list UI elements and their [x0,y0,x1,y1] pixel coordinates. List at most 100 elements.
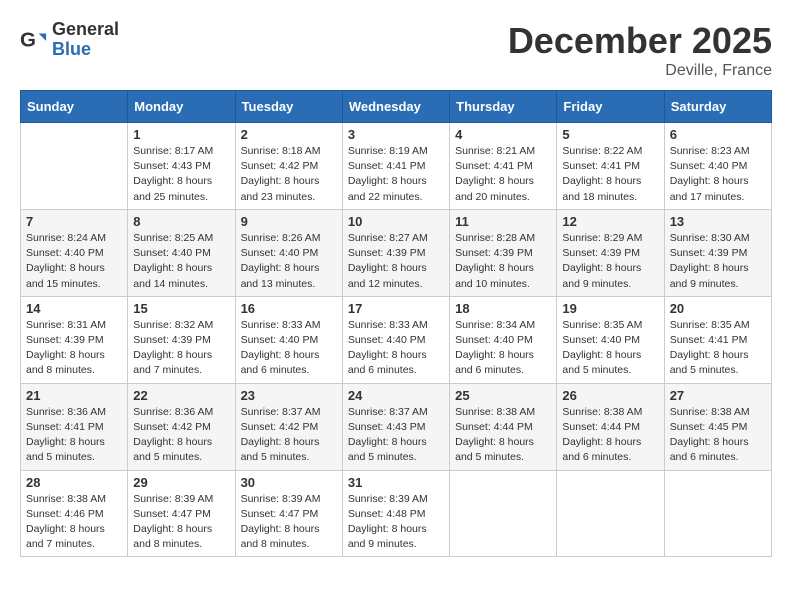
weekday-header-monday: Monday [128,91,235,123]
weekday-header-sunday: Sunday [21,91,128,123]
calendar-cell: 1 Sunrise: 8:17 AM Sunset: 4:43 PM Daylig… [128,123,235,210]
calendar-cell: 31 Sunrise: 8:39 AM Sunset: 4:48 PM Dayli… [342,470,449,557]
weekday-header-saturday: Saturday [664,91,771,123]
day-info: Sunrise: 8:17 AM Sunset: 4:43 PM Dayligh… [133,144,229,205]
day-info: Sunrise: 8:27 AM Sunset: 4:39 PM Dayligh… [348,231,444,292]
day-info: Sunrise: 8:35 AM Sunset: 4:40 PM Dayligh… [562,318,658,379]
calendar-cell: 21 Sunrise: 8:36 AM Sunset: 4:41 PM Dayli… [21,383,128,470]
calendar-cell: 4 Sunrise: 8:21 AM Sunset: 4:41 PM Daylig… [450,123,557,210]
calendar-cell: 9Sunrise: 8:26 AM Sunset: 4:40 PM Daylig… [235,209,342,296]
logo: G General Blue [20,20,119,60]
day-info: Sunrise: 8:19 AM Sunset: 4:41 PM Dayligh… [348,144,444,205]
calendar-cell: 11 Sunrise: 8:28 AM Sunset: 4:39 PM Dayli… [450,209,557,296]
day-number: 8 [133,214,229,229]
calendar-cell [450,470,557,557]
calendar-cell [557,470,664,557]
day-info: Sunrise: 8:29 AM Sunset: 4:39 PM Dayligh… [562,231,658,292]
day-number: 25 [455,388,551,403]
day-info: Sunrise: 8:24 AM Sunset: 4:40 PM Dayligh… [26,231,122,292]
day-info: Sunrise: 8:28 AM Sunset: 4:39 PM Dayligh… [455,231,551,292]
day-number: 14 [26,301,122,316]
day-number: 2 [241,127,337,142]
day-info: Sunrise: 8:35 AM Sunset: 4:41 PM Dayligh… [670,318,766,379]
day-number: 13 [670,214,766,229]
day-number: 11 [455,214,551,229]
calendar-cell: 22 Sunrise: 8:36 AM Sunset: 4:42 PM Dayli… [128,383,235,470]
day-info: Sunrise: 8:22 AM Sunset: 4:41 PM Dayligh… [562,144,658,205]
day-number: 16 [241,301,337,316]
calendar-cell: 13 Sunrise: 8:30 AM Sunset: 4:39 PM Dayli… [664,209,771,296]
day-info: Sunrise: 8:36 AM Sunset: 4:41 PM Dayligh… [26,405,122,466]
day-number: 19 [562,301,658,316]
day-number: 23 [241,388,337,403]
calendar-cell: 19 Sunrise: 8:35 AM Sunset: 4:40 PM Dayli… [557,296,664,383]
day-info: Sunrise: 8:38 AM Sunset: 4:45 PM Dayligh… [670,405,766,466]
calendar-cell: 3 Sunrise: 8:19 AM Sunset: 4:41 PM Daylig… [342,123,449,210]
calendar-cell: 24 Sunrise: 8:37 AM Sunset: 4:43 PM Dayli… [342,383,449,470]
day-number: 30 [241,475,337,490]
calendar-cell: 29Sunrise: 8:39 AM Sunset: 4:47 PM Dayli… [128,470,235,557]
calendar-cell: 15 Sunrise: 8:32 AM Sunset: 4:39 PM Dayli… [128,296,235,383]
day-info: Sunrise: 8:37 AM Sunset: 4:42 PM Dayligh… [241,405,337,466]
day-info: Sunrise: 8:30 AM Sunset: 4:39 PM Dayligh… [670,231,766,292]
month-title: December 2025 [508,20,772,62]
calendar-week-row: 14Sunrise: 8:31 AM Sunset: 4:39 PM Dayli… [21,296,772,383]
day-number: 17 [348,301,444,316]
day-info: Sunrise: 8:33 AM Sunset: 4:40 PM Dayligh… [348,318,444,379]
calendar-week-row: 7Sunrise: 8:24 AM Sunset: 4:40 PM Daylig… [21,209,772,296]
calendar-table: SundayMondayTuesdayWednesdayThursdayFrid… [20,90,772,557]
day-number: 26 [562,388,658,403]
day-info: Sunrise: 8:38 AM Sunset: 4:46 PM Dayligh… [26,492,122,553]
calendar-cell: 8 Sunrise: 8:25 AM Sunset: 4:40 PM Daylig… [128,209,235,296]
logo-blue-text: Blue [52,40,119,60]
day-info: Sunrise: 8:21 AM Sunset: 4:41 PM Dayligh… [455,144,551,205]
day-info: Sunrise: 8:38 AM Sunset: 4:44 PM Dayligh… [455,405,551,466]
day-number: 5 [562,127,658,142]
day-info: Sunrise: 8:36 AM Sunset: 4:42 PM Dayligh… [133,405,229,466]
day-number: 3 [348,127,444,142]
day-info: Sunrise: 8:23 AM Sunset: 4:40 PM Dayligh… [670,144,766,205]
day-info: Sunrise: 8:25 AM Sunset: 4:40 PM Dayligh… [133,231,229,292]
day-number: 27 [670,388,766,403]
calendar-cell: 25 Sunrise: 8:38 AM Sunset: 4:44 PM Dayli… [450,383,557,470]
calendar-week-row: 1 Sunrise: 8:17 AM Sunset: 4:43 PM Daylig… [21,123,772,210]
calendar-week-row: 28Sunrise: 8:38 AM Sunset: 4:46 PM Dayli… [21,470,772,557]
day-number: 22 [133,388,229,403]
calendar-cell [21,123,128,210]
logo-general-text: General [52,20,119,40]
day-number: 18 [455,301,551,316]
day-number: 12 [562,214,658,229]
day-number: 6 [670,127,766,142]
day-info: Sunrise: 8:32 AM Sunset: 4:39 PM Dayligh… [133,318,229,379]
title-section: December 2025 Deville, France [508,20,772,80]
page-header: G General Blue December 2025 Deville, Fr… [20,20,772,80]
calendar-cell: 14Sunrise: 8:31 AM Sunset: 4:39 PM Dayli… [21,296,128,383]
day-number: 31 [348,475,444,490]
calendar-cell: 18Sunrise: 8:34 AM Sunset: 4:40 PM Dayli… [450,296,557,383]
day-number: 4 [455,127,551,142]
day-number: 15 [133,301,229,316]
svg-text:G: G [20,28,36,51]
day-number: 10 [348,214,444,229]
calendar-cell: 23 Sunrise: 8:37 AM Sunset: 4:42 PM Dayli… [235,383,342,470]
weekday-header-friday: Friday [557,91,664,123]
calendar-cell: 2 Sunrise: 8:18 AM Sunset: 4:42 PM Daylig… [235,123,342,210]
weekday-header-thursday: Thursday [450,91,557,123]
day-number: 24 [348,388,444,403]
day-info: Sunrise: 8:37 AM Sunset: 4:43 PM Dayligh… [348,405,444,466]
calendar-cell: 7Sunrise: 8:24 AM Sunset: 4:40 PM Daylig… [21,209,128,296]
calendar-cell: 17 Sunrise: 8:33 AM Sunset: 4:40 PM Dayli… [342,296,449,383]
day-info: Sunrise: 8:18 AM Sunset: 4:42 PM Dayligh… [241,144,337,205]
day-info: Sunrise: 8:39 AM Sunset: 4:48 PM Dayligh… [348,492,444,553]
calendar-cell: 5 Sunrise: 8:22 AM Sunset: 4:41 PM Daylig… [557,123,664,210]
calendar-cell: 27 Sunrise: 8:38 AM Sunset: 4:45 PM Dayli… [664,383,771,470]
weekday-header-tuesday: Tuesday [235,91,342,123]
day-number: 1 [133,127,229,142]
calendar-cell: 28Sunrise: 8:38 AM Sunset: 4:46 PM Dayli… [21,470,128,557]
day-info: Sunrise: 8:39 AM Sunset: 4:47 PM Dayligh… [133,492,229,553]
day-number: 21 [26,388,122,403]
calendar-cell: 16Sunrise: 8:33 AM Sunset: 4:40 PM Dayli… [235,296,342,383]
calendar-cell: 12 Sunrise: 8:29 AM Sunset: 4:39 PM Dayli… [557,209,664,296]
calendar-cell: 26Sunrise: 8:38 AM Sunset: 4:44 PM Dayli… [557,383,664,470]
calendar-week-row: 21 Sunrise: 8:36 AM Sunset: 4:41 PM Dayli… [21,383,772,470]
